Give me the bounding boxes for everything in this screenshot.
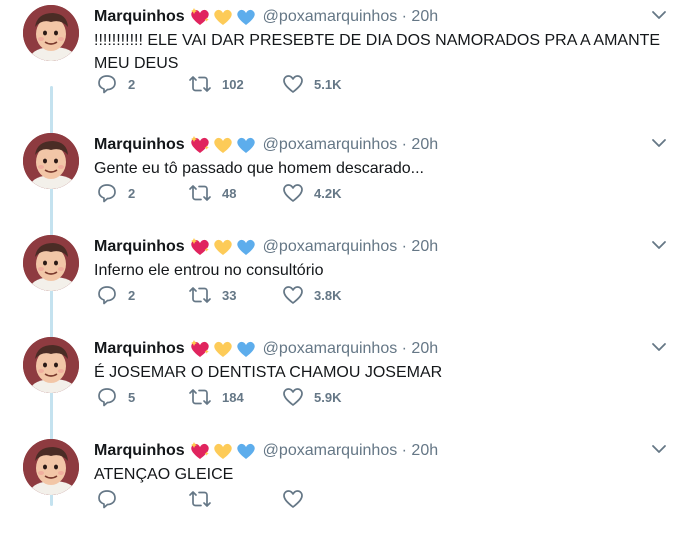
like-button[interactable]: 5.1K — [282, 74, 341, 94]
reply-button[interactable] — [96, 489, 128, 509]
reply-icon — [98, 75, 116, 94]
yellow-heart-icon — [213, 137, 232, 153]
blue-heart-icon — [236, 137, 255, 153]
reply-icon — [98, 490, 116, 509]
reply-button[interactable]: 2 — [96, 183, 135, 203]
like-count: 3.8K — [314, 287, 342, 303]
blue-heart-icon — [236, 9, 255, 25]
blue-heart-icon — [236, 341, 255, 357]
reply-count: 2 — [128, 76, 136, 92]
tweet-text: ATENÇAO GLEICE — [94, 466, 234, 483]
tweet[interactable]: Marquinhos @poxamarquinhos · 20h Gente e… — [0, 128, 700, 230]
handle-timestamp[interactable]: @poxamarquinhos · 20h — [263, 238, 438, 256]
chevron-down-icon[interactable] — [651, 341, 667, 353]
sparkling-heart-icon — [190, 136, 209, 153]
name-emojis — [189, 237, 258, 257]
blue-heart-icon — [236, 239, 255, 255]
retweet-count: 184 — [222, 389, 244, 405]
reply-button[interactable]: 2 — [96, 285, 135, 305]
like-count: 5.1K — [314, 76, 342, 92]
avatar[interactable] — [23, 235, 79, 291]
sparkling-heart-icon — [190, 8, 209, 25]
avatar[interactable] — [23, 337, 79, 393]
reply-button[interactable]: 2 — [96, 74, 135, 94]
tweet-text: !!!!!!!!!!! ELE VAI DAR PRESEBTE DE DIA … — [94, 32, 661, 72]
retweet-button[interactable]: 33 — [188, 285, 236, 305]
heart-icon — [283, 490, 303, 508]
name-emojis — [189, 7, 258, 27]
chevron-down-icon[interactable] — [651, 9, 667, 21]
retweet-count: 33 — [222, 287, 237, 303]
heart-icon — [283, 286, 303, 304]
display-name[interactable]: Marquinhos — [94, 442, 185, 460]
reply-icon — [98, 388, 116, 407]
heart-icon — [283, 388, 303, 406]
reply-count: 5 — [128, 389, 136, 405]
retweet-button[interactable]: 48 — [188, 183, 236, 203]
blue-heart-icon — [236, 443, 255, 459]
chevron-down-icon[interactable] — [651, 137, 667, 149]
reply-count: 2 — [128, 287, 136, 303]
like-button[interactable] — [282, 489, 314, 509]
retweet-button[interactable]: 102 — [188, 74, 244, 94]
sparkling-heart-icon — [190, 340, 209, 357]
handle-timestamp[interactable]: @poxamarquinhos · 20h — [263, 442, 438, 460]
handle-timestamp[interactable]: @poxamarquinhos · 20h — [263, 8, 438, 26]
tweet-text: Gente eu tô passado que homem descarado.… — [94, 160, 424, 177]
tweet[interactable]: Marquinhos @poxamarquinhos · 20h É JOSEM… — [0, 332, 700, 434]
retweet-count: 102 — [222, 76, 244, 92]
heart-icon — [283, 184, 303, 202]
retweet-button[interactable]: 184 — [188, 387, 244, 407]
retweet-icon — [189, 287, 211, 303]
tweet-text: Inferno ele entrou no consultório — [94, 262, 324, 279]
reply-icon — [98, 184, 116, 203]
retweet-icon — [189, 76, 211, 92]
reply-icon — [98, 286, 116, 305]
like-button[interactable]: 5.9K — [282, 387, 341, 407]
chevron-down-icon[interactable] — [651, 443, 667, 455]
display-name[interactable]: Marquinhos — [94, 136, 185, 154]
like-count: 4.2K — [314, 185, 342, 201]
retweet-button[interactable] — [188, 489, 222, 509]
tweet-text: É JOSEMAR O DENTISTA CHAMOU JOSEMAR — [94, 364, 443, 381]
display-name[interactable]: Marquinhos — [94, 8, 185, 26]
tweet[interactable]: Marquinhos @poxamarquinhos · 20h ATENÇAO… — [0, 434, 700, 536]
name-emojis — [189, 441, 258, 461]
yellow-heart-icon — [213, 9, 232, 25]
name-emojis — [189, 339, 258, 359]
like-button[interactable]: 3.8K — [282, 285, 341, 305]
sparkling-heart-icon — [190, 442, 209, 459]
name-emojis — [189, 135, 258, 155]
tweet[interactable]: Marquinhos @poxamarquinhos · 20h Inferno… — [0, 230, 700, 332]
reply-button[interactable]: 5 — [96, 387, 135, 407]
like-count: 5.9K — [314, 389, 342, 405]
tweet[interactable]: Marquinhos @poxamarquinhos · 20h !!!!!!!… — [0, 0, 700, 102]
handle-timestamp[interactable]: @poxamarquinhos · 20h — [263, 340, 438, 358]
yellow-heart-icon — [213, 239, 232, 255]
yellow-heart-icon — [213, 341, 232, 357]
heart-icon — [283, 75, 303, 93]
reply-count: 2 — [128, 185, 136, 201]
avatar[interactable] — [23, 133, 79, 189]
retweet-icon — [189, 389, 211, 405]
retweet-icon — [189, 491, 211, 507]
display-name[interactable]: Marquinhos — [94, 238, 185, 256]
yellow-heart-icon — [213, 443, 232, 459]
sparkling-heart-icon — [190, 238, 209, 255]
display-name[interactable]: Marquinhos — [94, 340, 185, 358]
avatar[interactable] — [23, 439, 79, 495]
retweet-icon — [189, 185, 211, 201]
chevron-down-icon[interactable] — [651, 239, 667, 251]
retweet-count: 48 — [222, 185, 237, 201]
handle-timestamp[interactable]: @poxamarquinhos · 20h — [263, 136, 438, 154]
like-button[interactable]: 4.2K — [282, 183, 341, 203]
avatar[interactable] — [23, 5, 79, 61]
